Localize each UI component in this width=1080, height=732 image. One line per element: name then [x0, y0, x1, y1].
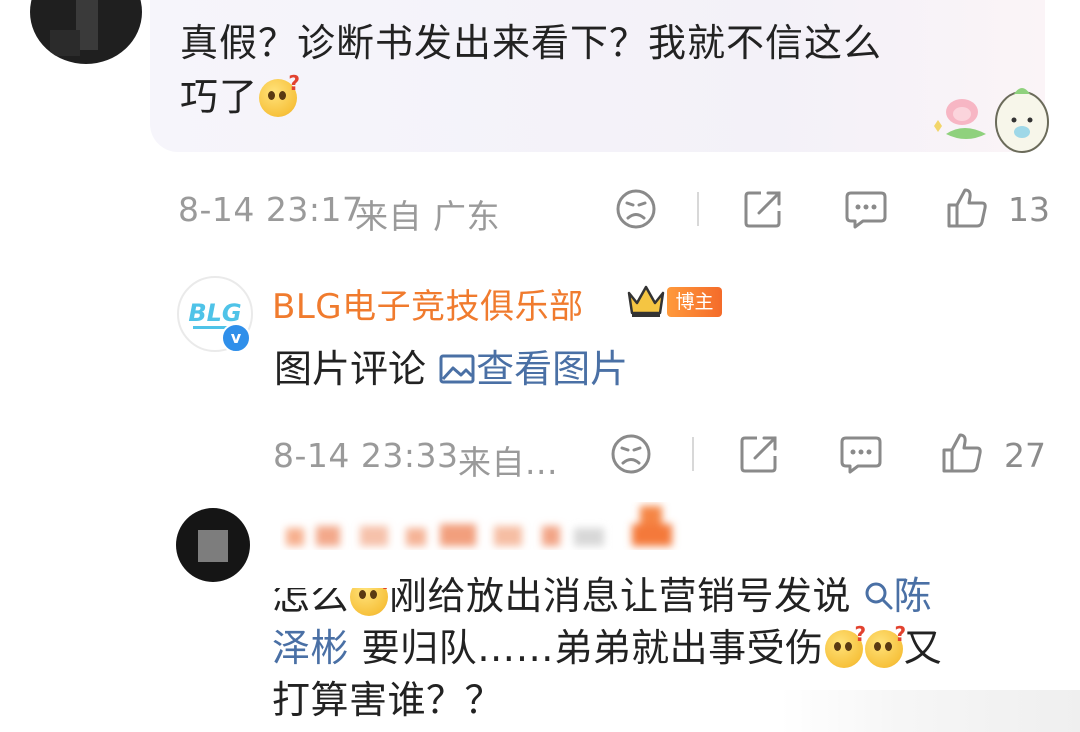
image-icon [439, 354, 475, 384]
confused-emoji-icon: ? [259, 73, 300, 117]
confused-emoji-icon: ? [824, 624, 866, 668]
divider [692, 437, 694, 471]
crown-icon [627, 285, 665, 317]
like-thumb-icon[interactable] [944, 185, 990, 231]
dislike-face-icon[interactable] [614, 187, 658, 231]
like-count: 13 [1008, 190, 1050, 229]
comment-location: 来自... [458, 443, 558, 482]
avatar[interactable] [176, 508, 250, 582]
divider [697, 192, 699, 226]
like-thumb-icon[interactable] [939, 430, 985, 476]
comment-timestamp: 8-14 23:33 [273, 436, 459, 475]
comment-icon[interactable] [838, 432, 884, 476]
view-image-link[interactable]: 查看图片 [438, 347, 628, 391]
blogger-badge: 博主 [667, 287, 722, 317]
confused-emoji-icon: ? [864, 624, 906, 668]
share-icon[interactable] [741, 187, 785, 231]
avatar[interactable] [30, 0, 142, 64]
like-count: 27 [1004, 436, 1046, 475]
comment-icon[interactable] [843, 187, 889, 231]
comment-location: 来自 广东 [355, 197, 500, 236]
blurred-username [286, 506, 672, 546]
comment-timestamp: 8-14 23:17 [178, 190, 364, 229]
verified-badge: v [221, 323, 251, 353]
share-icon[interactable] [737, 432, 781, 476]
search-icon [865, 582, 893, 610]
fade-overlay [780, 690, 1080, 732]
sticker-decoration [934, 88, 1049, 153]
author-name[interactable]: BLG电子竞技俱乐部 [272, 279, 584, 328]
comment-text: 真假？诊断书发出来看下？我就不信这么 巧了? [180, 21, 883, 119]
comment-text: 图片评论 查看图片 [274, 347, 629, 391]
cropped-edge [270, 570, 400, 588]
dislike-face-icon[interactable] [609, 432, 653, 476]
